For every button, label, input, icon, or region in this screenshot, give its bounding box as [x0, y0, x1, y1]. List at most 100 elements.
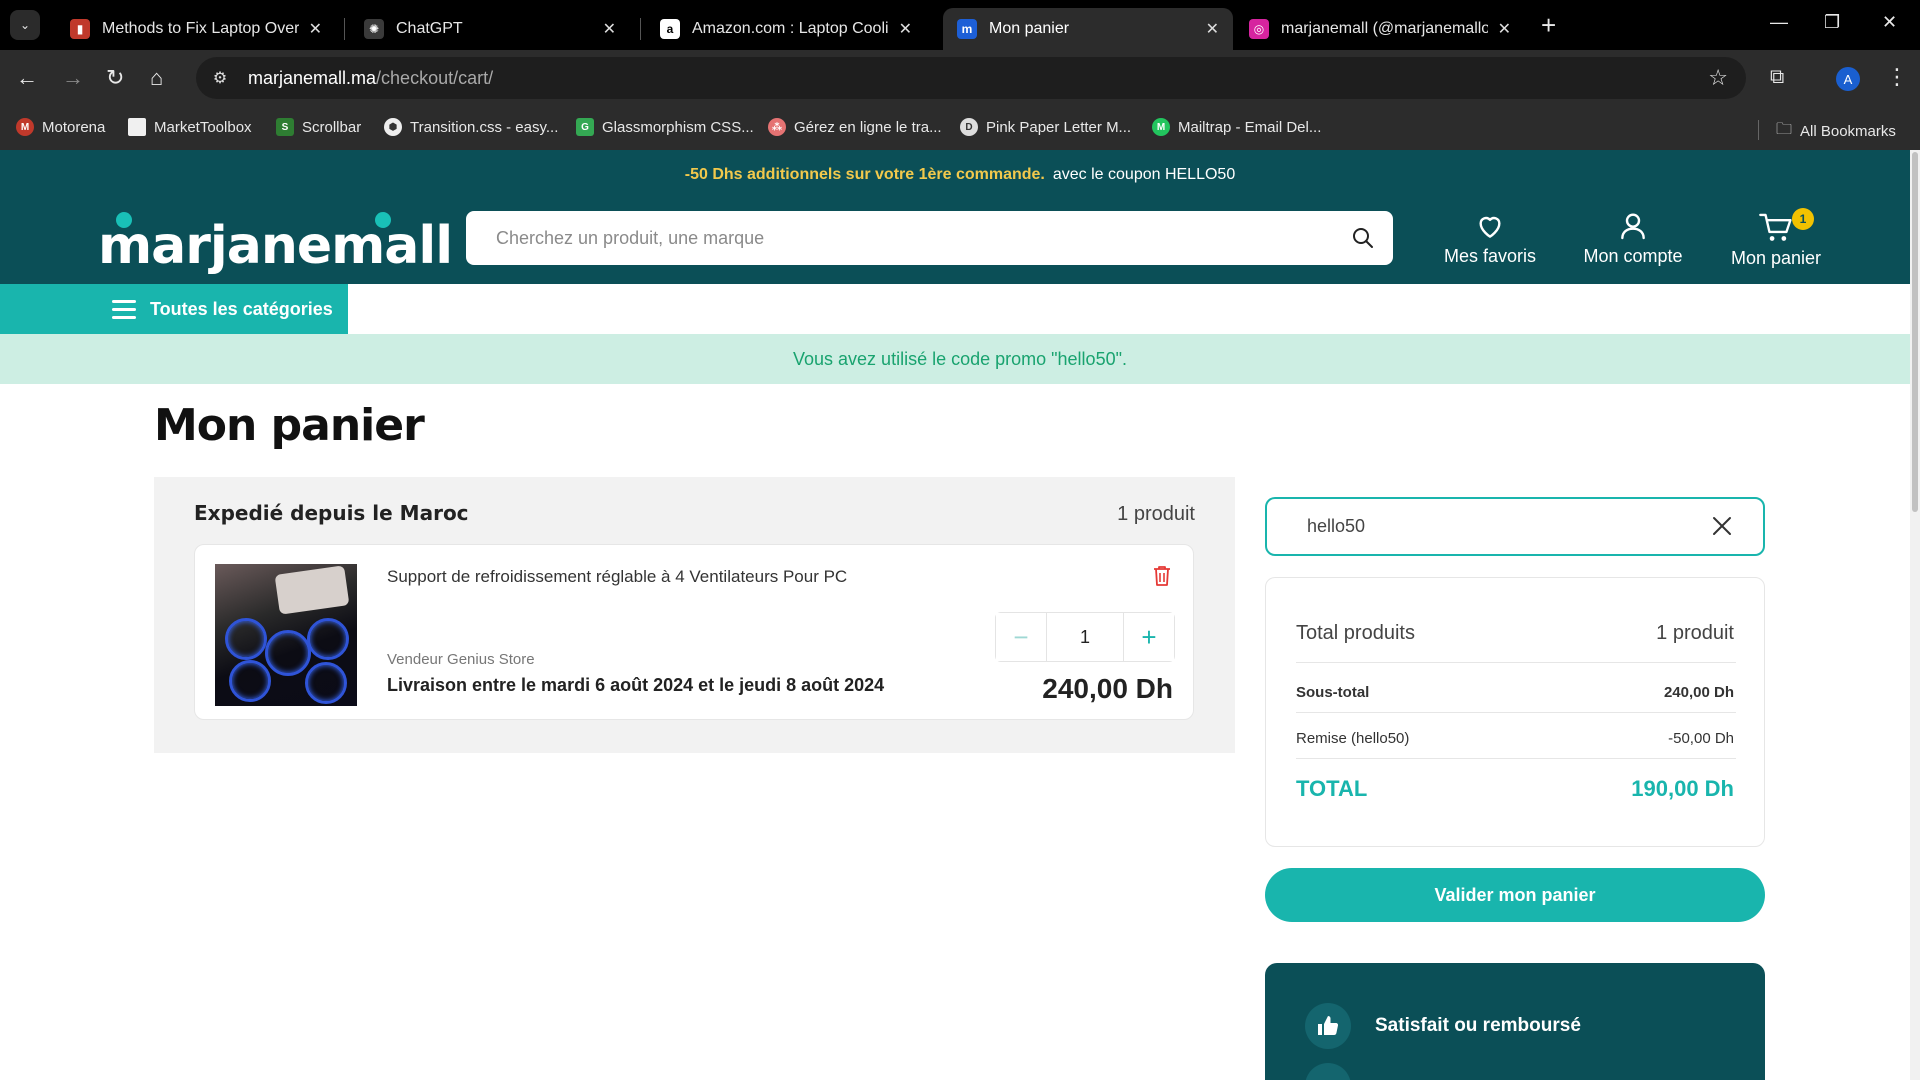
back-arrow-icon[interactable]: ←: [16, 65, 38, 91]
window-close-icon[interactable]: ✕: [1882, 12, 1897, 33]
tab-title: Methods to Fix Laptop Overheating: [102, 20, 299, 37]
heart-icon: [1440, 210, 1540, 242]
tab-instagram[interactable]: ◎ marjanemall (@marjanemallofficiel) ✕: [1235, 8, 1525, 50]
address-bar[interactable]: ⚙ marjanemall.ma /checkout/cart/ ☆: [196, 57, 1746, 99]
cart-link[interactable]: 1 Mon panier: [1726, 208, 1826, 269]
search-icon[interactable]: [1351, 226, 1375, 255]
guarantee-icon: [1305, 1063, 1351, 1080]
browser-tabstrip: ⌄ ▮ Methods to Fix Laptop Overheating ✕ …: [0, 0, 1920, 50]
restore-icon[interactable]: ❐: [1824, 12, 1840, 33]
guarantee-panel: Satisfait ou remboursé: [1265, 963, 1765, 1080]
minimize-icon[interactable]: —: [1770, 12, 1788, 33]
user-icon: [1580, 210, 1686, 242]
bookmark-mailtrap[interactable]: M Mailtrap - Email Del...: [1152, 118, 1321, 136]
site-header: marjanemall Mes favoris Mon compte 1 Mon…: [0, 200, 1920, 284]
reload-icon[interactable]: ↻: [106, 65, 124, 91]
bookmark-favicon-icon: [128, 118, 146, 136]
bookmark-scrollbar[interactable]: S Scrollbar: [276, 118, 361, 136]
bookmark-glassmorphism[interactable]: G Glassmorphism CSS...: [576, 118, 754, 136]
logo-dot: [116, 212, 132, 228]
bookmark-favicon-icon: D: [960, 118, 978, 136]
product-name[interactable]: Support de refroidissement réglable à 4 …: [387, 567, 847, 587]
product-image[interactable]: [215, 564, 357, 706]
bookmark-label: MarketToolbox: [154, 118, 252, 136]
extensions-puzzle-icon[interactable]: ⧉: [1770, 66, 1784, 89]
total-products-value: 1 produit: [1656, 622, 1734, 644]
quantity-minus-button[interactable]: −: [996, 613, 1046, 661]
divider: [1296, 662, 1736, 663]
quantity-value[interactable]: 1: [1046, 613, 1124, 661]
logo-dot: [375, 212, 391, 228]
new-tab-plus-icon[interactable]: +: [1541, 10, 1556, 40]
bookmark-favicon-icon: ⬢: [384, 118, 402, 136]
fan-shape: [307, 618, 349, 660]
forward-arrow-icon[interactable]: →: [62, 65, 84, 91]
validate-cart-button[interactable]: Valider mon panier: [1265, 868, 1765, 922]
discount-label: Remise (hello50): [1296, 730, 1410, 747]
subtotal-label: Sous-total: [1296, 684, 1370, 701]
bookmark-favicon-icon: ⁂: [768, 118, 786, 136]
bookmark-transition-css[interactable]: ⬢ Transition.css - easy...: [384, 118, 558, 136]
profile-avatar[interactable]: A: [1836, 67, 1860, 91]
divider: [1296, 712, 1736, 713]
quantity-plus-button[interactable]: +: [1124, 613, 1174, 661]
product-price: 240,00 Dh: [1042, 673, 1173, 704]
bookmark-markettoolbox[interactable]: MarketToolbox: [128, 118, 252, 136]
quantity-stepper: − 1 +: [995, 612, 1175, 662]
trash-icon[interactable]: [1153, 565, 1171, 592]
site-info-icon[interactable]: ⚙: [208, 66, 232, 90]
tab-chatgpt[interactable]: ✺ ChatGPT ✕: [350, 8, 630, 50]
all-bookmarks-label: All Bookmarks: [1800, 123, 1896, 140]
scrollbar-thumb[interactable]: [1912, 152, 1918, 512]
tab-separator: [640, 18, 641, 40]
subtotal-value: 240,00 Dh: [1663, 684, 1734, 701]
page-title: Mon panier: [154, 400, 425, 451]
tab-search-button[interactable]: ⌄: [10, 10, 40, 40]
browser-menu-icon[interactable]: ⋮: [1886, 64, 1908, 90]
promo-applied-notice: Vous avez utilisé le code promo "hello50…: [0, 334, 1920, 384]
browser-toolbar: ← → ↻ ⌂ ⚙ marjanemall.ma /checkout/cart/…: [0, 50, 1920, 108]
close-icon[interactable]: ✕: [603, 19, 616, 39]
logo-text: marjanemall: [98, 216, 453, 276]
bookmark-favicon-icon: S: [276, 118, 294, 136]
tab-title: Amazon.com : Laptop Cooling Pad: [692, 20, 889, 37]
bookmark-star-icon[interactable]: ☆: [1708, 65, 1728, 91]
bookmark-label: Transition.css - easy...: [410, 118, 559, 136]
delivery-estimate: Livraison entre le mardi 6 août 2024 et …: [387, 675, 885, 695]
close-icon[interactable]: [1711, 515, 1733, 542]
close-icon[interactable]: ✕: [1498, 19, 1511, 39]
site-logo[interactable]: marjanemall: [98, 212, 453, 276]
bookmark-favicon-icon: M: [1152, 118, 1170, 136]
bookmark-label: Motorena: [42, 118, 106, 136]
close-icon[interactable]: ✕: [1206, 19, 1219, 39]
all-categories-button[interactable]: Toutes les catégories: [0, 284, 348, 334]
tab-mon-panier[interactable]: m Mon panier ✕: [943, 8, 1233, 50]
favorites-link[interactable]: Mes favoris: [1440, 210, 1540, 267]
tab-title: marjanemall (@marjanemallofficiel): [1281, 20, 1488, 37]
promo-coupon-text: avec le coupon HELLO50: [1052, 166, 1236, 183]
close-icon[interactable]: ✕: [309, 19, 322, 39]
tab-amazon[interactable]: a Amazon.com : Laptop Cooling Pad ✕: [646, 8, 926, 50]
laptop-shape: [274, 565, 350, 615]
page-scrollbar[interactable]: [1910, 150, 1920, 1080]
search-input[interactable]: [496, 211, 1326, 265]
guarantee-text: Satisfait ou remboursé: [1375, 1015, 1581, 1036]
all-bookmarks[interactable]: 🗀 All Bookmarks: [1776, 118, 1896, 145]
promo-highlight: -50 Dhs additionnels sur votre 1ère comm…: [684, 166, 1045, 183]
tab-methods-fix-laptop[interactable]: ▮ Methods to Fix Laptop Overheating ✕: [56, 8, 336, 50]
tab-title: ChatGPT: [396, 20, 463, 37]
bookmark-pink-paper[interactable]: D Pink Paper Letter M...: [960, 118, 1131, 136]
discount-value: -50,00 Dh: [1668, 730, 1734, 747]
close-icon[interactable]: ✕: [899, 19, 912, 39]
bookmark-label: Pink Paper Letter M...: [986, 118, 1132, 136]
total-products-label: Total produits: [1296, 622, 1415, 644]
bookmark-gerez-en-ligne[interactable]: ⁂ Gérez en ligne le tra...: [768, 118, 942, 136]
tab-separator: [344, 18, 345, 40]
coupon-input[interactable]: [1307, 499, 1687, 554]
bookmark-motorena[interactable]: M Motorena: [16, 118, 105, 136]
hamburger-menu-icon: [112, 300, 136, 324]
tab-favicon-icon: m: [957, 19, 977, 39]
coupon-field: [1265, 497, 1765, 556]
account-link[interactable]: Mon compte: [1580, 210, 1686, 267]
home-icon[interactable]: ⌂: [150, 65, 163, 91]
